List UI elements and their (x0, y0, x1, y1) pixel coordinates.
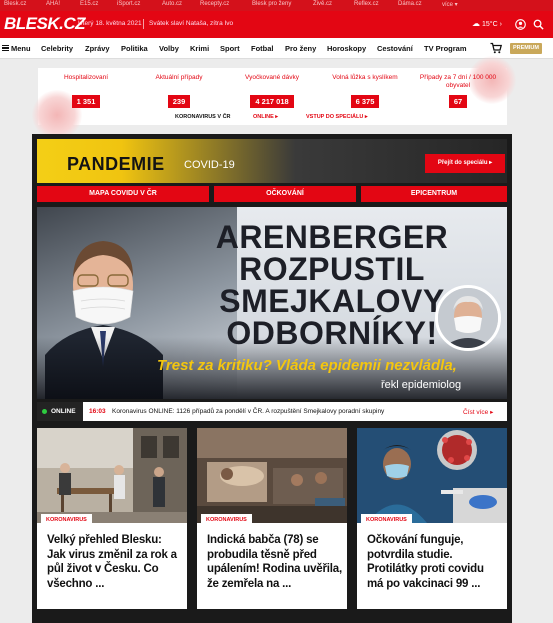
stat-label: Hospitalizovaní (63, 74, 109, 81)
hero-photo-epidemiologist (435, 285, 501, 351)
stat-value: 6 375 (350, 95, 380, 108)
stat-value: 239 (167, 95, 191, 108)
stat-vaccine-doses[interactable]: Vyočkované dávky 4 217 018 (228, 74, 316, 109)
stat-oxygen-beds[interactable]: Volná lůžka s kyslíkem 6 375 (321, 74, 409, 109)
network-more[interactable]: více ▾ (442, 1, 458, 8)
tab-vaccination[interactable]: OČKOVÁNÍ (214, 186, 356, 202)
stat-label: Volná lůžka s kyslíkem (332, 74, 398, 81)
site-header: BLESK.CZ Úterý 18. května 2021 Svátek sl… (0, 11, 553, 38)
nav-item-cestovani[interactable]: Cestování (377, 44, 413, 53)
covid-stats-box: Hospitalizovaní 1 351 Aktuální případy 2… (32, 56, 516, 140)
nav-item-tv-program[interactable]: TV Program (424, 44, 467, 53)
network-link-blesk-pro-zeny[interactable]: Blesk pro ženy (252, 1, 291, 7)
hero-subheadline: Trest za kritiku? Vláda epidemii nezvlád… (157, 357, 457, 374)
pandemic-subtitle: COVID-19 (184, 159, 235, 171)
cart-icon[interactable] (490, 42, 502, 54)
site-logo[interactable]: BLESK.CZ (4, 14, 86, 34)
article-category-tag[interactable]: KORONAVIRUS (361, 514, 412, 525)
nav-item-sport[interactable]: Sport (220, 44, 240, 53)
user-icon[interactable] (515, 19, 526, 30)
weather-temperature: 15°C › (482, 21, 502, 28)
stat-label: Aktuální případy (155, 74, 203, 81)
tab-covid-map[interactable]: MAPA COVIDU V ČR (37, 186, 209, 202)
ticker-time: 16:03 (89, 408, 106, 415)
nav-item-horoskopy[interactable]: Horoskopy (327, 44, 366, 53)
nav-item-celebrity[interactable]: Celebrity (41, 44, 73, 53)
hero-article[interactable]: ARENBERGER ROZPUSTIL SMEJKALOVY ODBORNÍK… (37, 207, 507, 399)
article-category-tag[interactable]: KORONAVIRUS (41, 514, 92, 525)
article-thumbnail-vaccination (357, 428, 507, 523)
go-to-special-button[interactable]: Přejít do speciálu ▸ (425, 154, 505, 173)
stat-value: 4 217 018 (250, 95, 294, 108)
network-link-aha[interactable]: AHA! (46, 1, 60, 7)
article-title[interactable]: Velký přehled Blesku: Jak virus změnil z… (47, 533, 183, 591)
nav-item-zpravy[interactable]: Zprávy (85, 44, 110, 53)
hero-caption: řekl epidemiolog (381, 379, 462, 391)
header-date: Úterý 18. května 2021 (78, 20, 142, 27)
hamburger-icon[interactable] (2, 45, 9, 51)
nav-item-pro-zeny[interactable]: Pro ženy (285, 44, 316, 53)
pandemic-section: PANDEMIE COVID-19 Přejít do speciálu ▸ M… (32, 134, 512, 623)
network-link-recepty[interactable]: Recepty.cz (200, 1, 229, 7)
stat-label: Vyočkované dávky (245, 74, 299, 81)
network-link-e15[interactable]: E15.cz (80, 1, 98, 7)
premium-button[interactable]: PREMIUM (510, 43, 542, 54)
stat-value: 1 351 (71, 95, 101, 108)
nav-item-krimi[interactable]: Krimi (190, 44, 209, 53)
network-bar: Blesk.cz AHA! E15.cz iSport.cz Auto.cz R… (0, 0, 553, 11)
pandemic-banner[interactable]: PANDEMIE COVID-19 Přejít do speciálu ▸ (37, 139, 507, 183)
article-title[interactable]: Očkování funguje, potvrdila studie. Prot… (367, 533, 503, 591)
network-link-blesk[interactable]: Blesk.cz (4, 1, 26, 7)
stat-active-cases[interactable]: Aktuální případy 239 (135, 74, 223, 109)
read-more-link[interactable]: Číst více ▸ (463, 408, 493, 416)
epidemiologist-portrait (438, 288, 498, 348)
network-link-reflex[interactable]: Reflex.cz (354, 1, 379, 7)
pandemic-title: PANDEMIE (67, 154, 165, 174)
network-link-auto[interactable]: Auto.cz (162, 1, 182, 7)
live-dot-icon (42, 409, 47, 414)
article-category-tag[interactable]: KORONAVIRUS (201, 514, 252, 525)
stat-7day-incidence[interactable]: Případy za 7 dní / 100 000 obyvatel 67 (414, 74, 502, 109)
weather-widget[interactable]: ☁ 15°C › (472, 19, 502, 28)
online-ticker[interactable]: ONLINE 16:03 Koronavirus ONLINE: 1126 př… (37, 402, 507, 421)
main-navigation: Menu Celebrity Zprávy Politika Volby Kri… (0, 38, 553, 59)
stat-label: Případy za 7 dní / 100 000 obyvatel (419, 74, 497, 89)
nav-item-politika[interactable]: Politika (121, 44, 148, 53)
link-koronavirus-cr[interactable]: KORONAVIRUS V ČR (175, 114, 231, 120)
cloud-icon: ☁ (472, 19, 480, 28)
header-nameday: Svátek slaví Nataša, zítra Ivo (149, 20, 234, 27)
ticker-text[interactable]: Koronavirus ONLINE: 1126 případů za pond… (112, 408, 384, 415)
nav-item-fotbal[interactable]: Fotbal (251, 44, 274, 53)
article-card[interactable]: KORONAVIRUS Očkování funguje, potvrdila … (357, 428, 507, 609)
stat-hospitalized[interactable]: Hospitalizovaní 1 351 (42, 74, 130, 109)
network-link-dama[interactable]: Dáma.cz (398, 1, 422, 7)
network-link-isport[interactable]: iSport.cz (117, 1, 140, 7)
link-vstup-do-specialu[interactable]: VSTUP DO SPECIÁLU ▸ (306, 114, 368, 120)
article-thumbnail-india (197, 428, 347, 523)
network-link-zive[interactable]: Živě.cz (313, 1, 332, 7)
article-thumbnail-street (37, 428, 187, 523)
tab-epicentrum[interactable]: EPICENTRUM (361, 186, 507, 202)
stat-value: 67 (448, 95, 468, 108)
search-icon[interactable] (533, 19, 544, 30)
nav-item-volby[interactable]: Volby (159, 44, 179, 53)
nav-menu[interactable]: Menu (11, 44, 31, 53)
header-divider (143, 19, 144, 29)
article-card[interactable]: KORONAVIRUS Velký přehled Blesku: Jak vi… (37, 428, 187, 609)
article-card[interactable]: KORONAVIRUS Indická babča (78) se probud… (197, 428, 347, 609)
article-title[interactable]: Indická babča (78) se probudila těsně př… (207, 533, 343, 591)
link-online[interactable]: ONLINE ▸ (253, 114, 278, 120)
